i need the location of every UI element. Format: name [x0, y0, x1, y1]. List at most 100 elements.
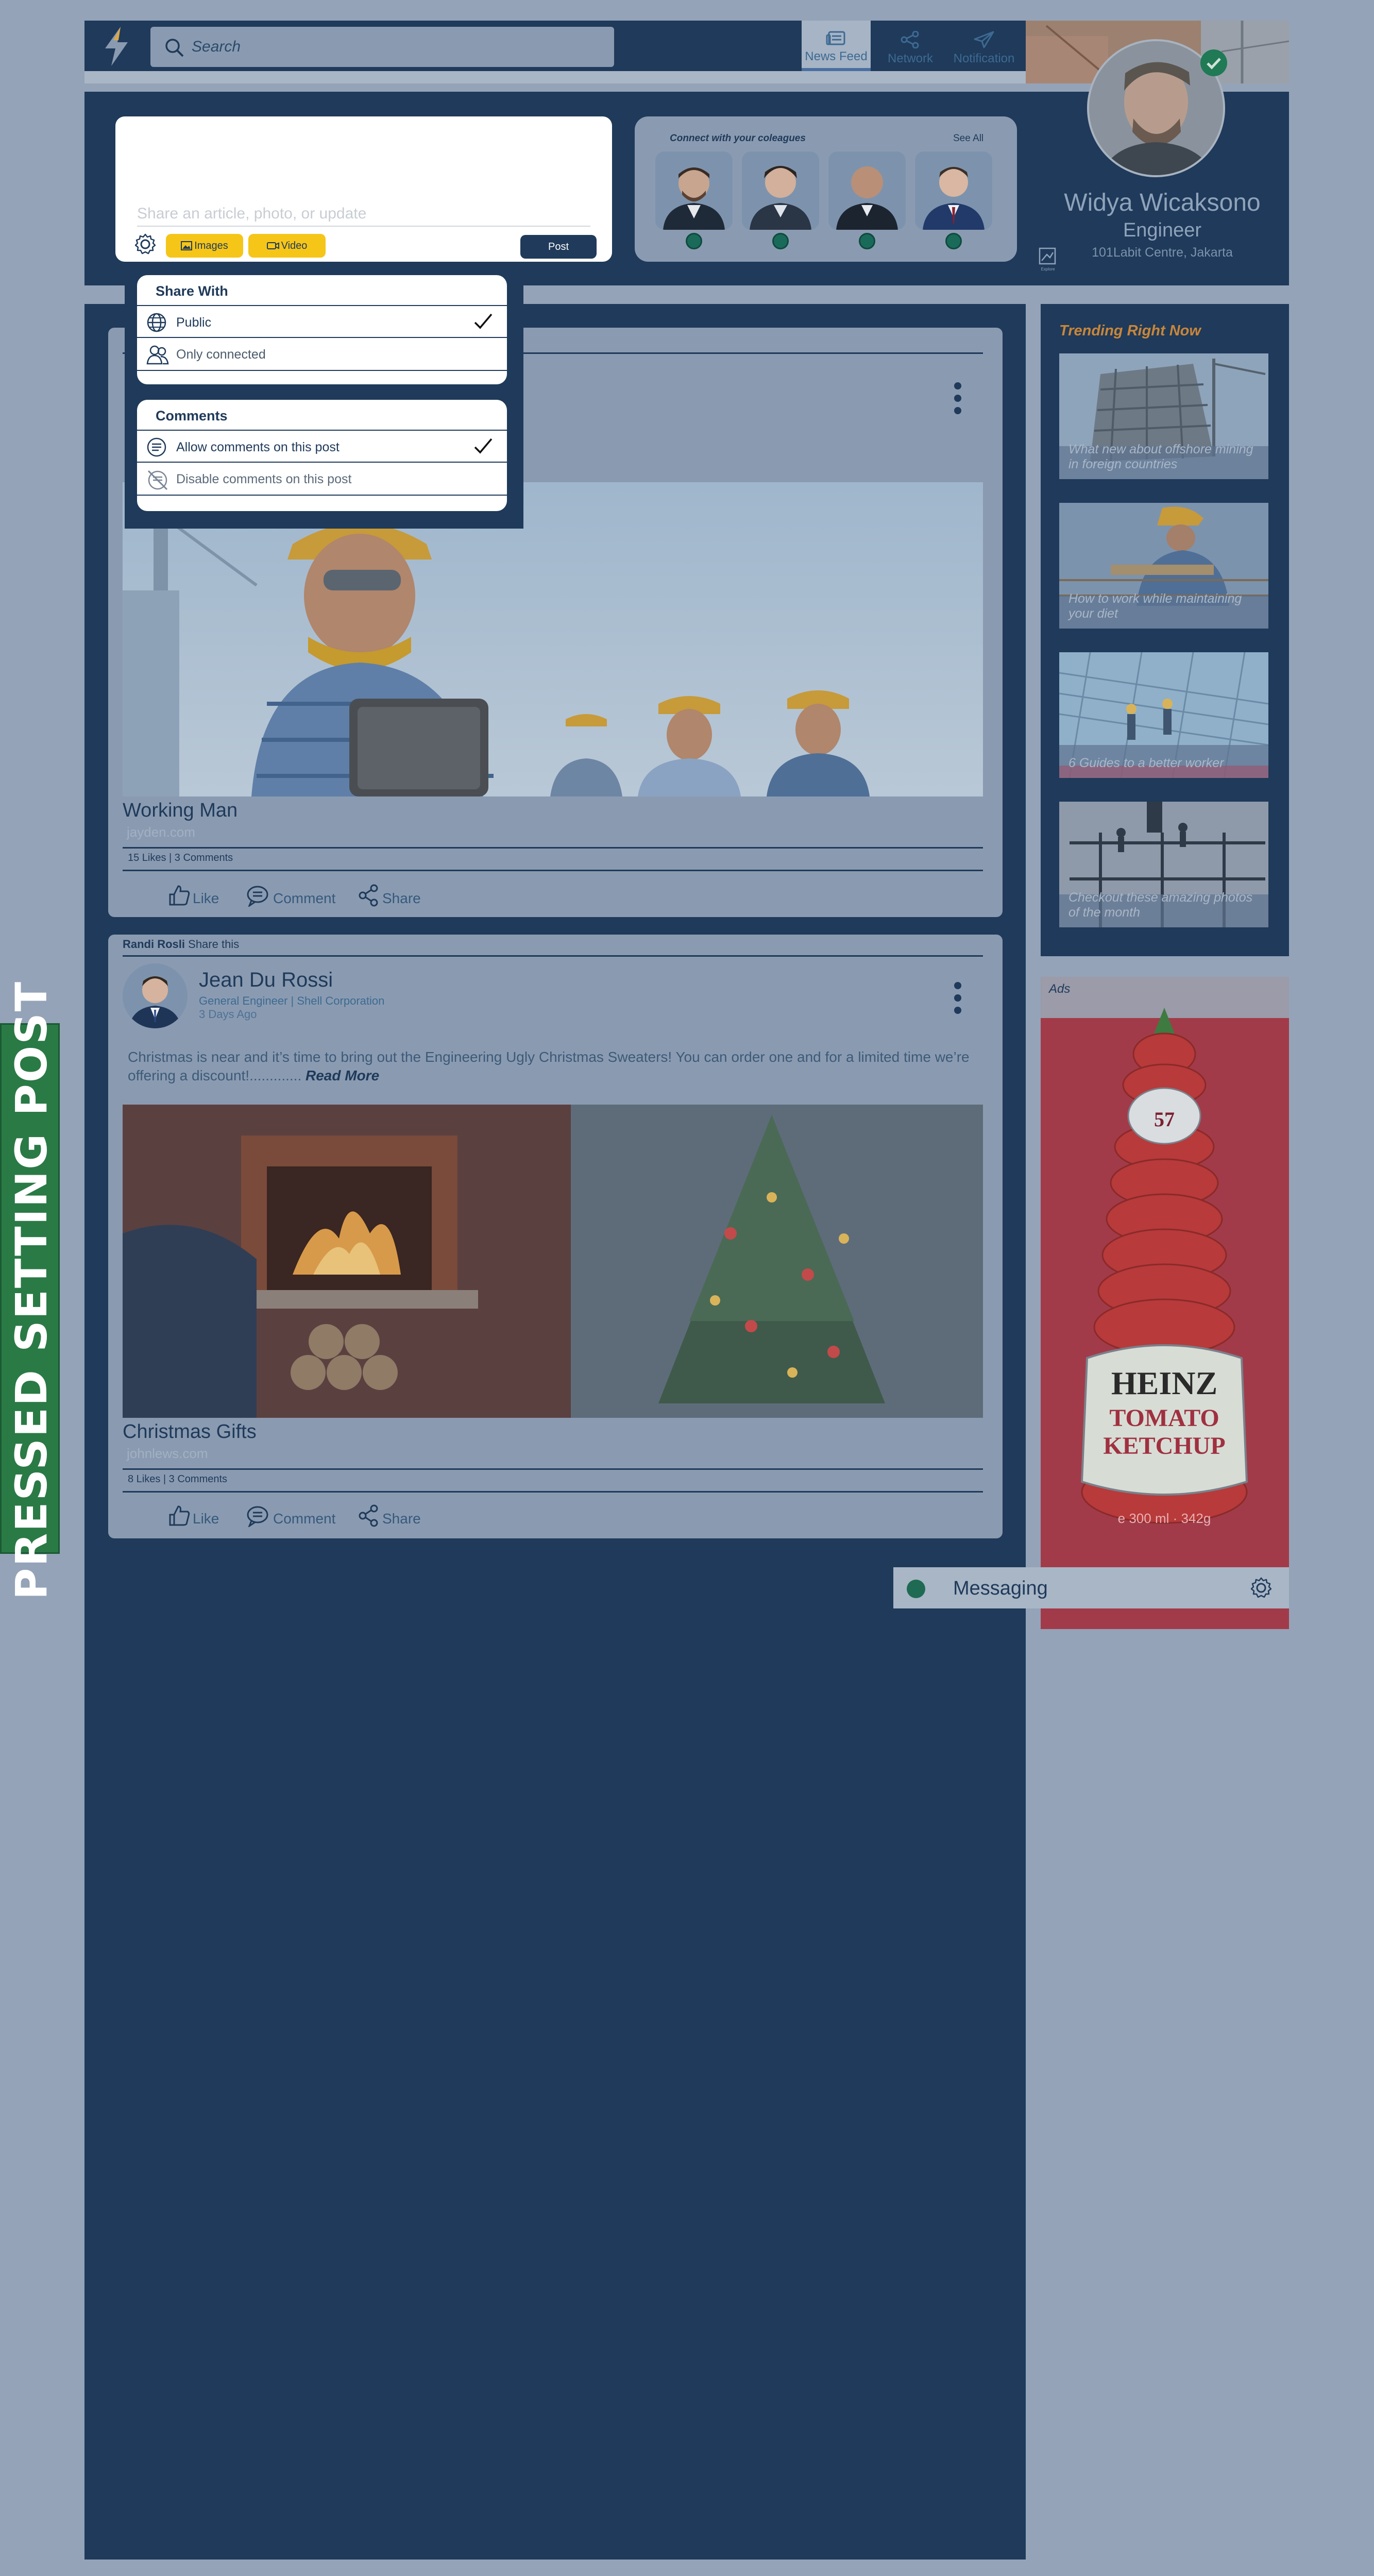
compose-underline — [137, 226, 590, 227]
connect-title: Connect with your coleagues — [670, 133, 806, 144]
screen-label-text: PRESSED SETTING POST — [6, 980, 57, 1600]
share-option-public[interactable]: Public — [137, 306, 507, 337]
profile-name[interactable]: Widya Wicaksono — [1036, 189, 1289, 217]
read-more-link[interactable]: Read More — [306, 1067, 379, 1083]
add-connection-icon[interactable] — [945, 233, 962, 249]
search-bar[interactable]: Search — [150, 27, 614, 67]
trending-caption: Checkout these amazing photos of the mon… — [1068, 890, 1253, 920]
add-video-button[interactable]: Video — [248, 234, 326, 258]
ad-bottle-number: 57 — [1154, 1108, 1175, 1131]
post-body: Christmas is near and it’s time to bring… — [128, 1049, 970, 1083]
screen-label-tag: PRESSED SETTING POST — [0, 980, 60, 1600]
colleague-avatar[interactable] — [742, 151, 819, 230]
ad-line2: KETCHUP — [1103, 1432, 1225, 1460]
messaging-label: Messaging — [953, 1578, 1048, 1599]
ad-volume: e 300 ml · 342g — [1118, 1511, 1211, 1526]
nav-label: Network — [887, 52, 934, 65]
share-with-title: Share With — [156, 283, 228, 299]
verified-badge-icon — [1200, 49, 1227, 76]
post-source[interactable]: johnlews.com — [127, 1446, 208, 1462]
checkmark-icon — [474, 438, 493, 454]
comment-icon — [247, 886, 268, 907]
nav-news-feed[interactable]: News Feed — [802, 21, 871, 71]
trending-caption: How to work while maintaining your diet — [1068, 591, 1242, 621]
post-divider — [123, 847, 983, 849]
more-options-icon[interactable] — [954, 982, 962, 1019]
add-connection-icon[interactable] — [772, 233, 789, 249]
explore-icon[interactable]: Explore — [1038, 246, 1058, 272]
trending-card[interactable]: How to work while maintaining your diet — [1059, 503, 1268, 629]
search-input[interactable]: Search — [192, 38, 241, 56]
colleague-avatar[interactable] — [915, 151, 992, 230]
share-option-only-connected[interactable]: Only connected — [137, 338, 507, 369]
profile-role: Engineer — [1123, 219, 1202, 241]
nav-notification[interactable]: Notification — [948, 21, 1020, 71]
connect-colleagues-card: Connect with your coleagues See All — [635, 116, 1017, 262]
search-icon — [165, 39, 184, 57]
comments-panel: Comments Allow comments on this post Dis… — [137, 400, 507, 511]
compose-box[interactable]: Share an article, photo, or update Image… — [115, 116, 612, 262]
nav-label: Notification — [953, 52, 1015, 65]
author-avatar[interactable] — [123, 963, 188, 1028]
trending-card[interactable]: Checkout these amazing photos of the mon… — [1059, 802, 1268, 927]
author-name[interactable]: Jean Du Rossi — [199, 969, 333, 992]
post-divider — [123, 870, 983, 871]
globe-icon — [147, 313, 166, 332]
trending-caption: What new about offshore mining in foreig… — [1068, 442, 1253, 471]
compose-input[interactable]: Share an article, photo, or update — [137, 205, 366, 223]
share-with-panel: Share With Public Only connected — [137, 275, 507, 384]
trending-card[interactable]: 6 Guides to a better worker — [1059, 652, 1268, 778]
trending-caption: 6 Guides to a better worker — [1068, 756, 1224, 770]
share-icon — [359, 1504, 378, 1527]
post-settings-popup: Share With Public Only connected Comment… — [125, 271, 523, 529]
add-connection-icon[interactable] — [686, 233, 702, 249]
comments-option-disable[interactable]: Disable comments on this post — [137, 463, 507, 494]
feed-post: Randi Rosli Share this Jean Du Rossi Gen… — [108, 935, 1003, 1538]
share-icon — [359, 884, 378, 907]
share-text: Share this — [188, 938, 240, 951]
trending-card[interactable]: What new about offshore mining in foreig… — [1059, 353, 1268, 479]
post-image[interactable] — [123, 482, 983, 796]
see-all-link[interactable]: See All — [953, 133, 983, 144]
colleague-avatar[interactable] — [655, 151, 733, 230]
comments-title: Comments — [156, 408, 228, 423]
add-connection-icon[interactable] — [859, 233, 875, 249]
video-icon — [266, 242, 279, 249]
comments-option-allow[interactable]: Allow comments on this post — [137, 431, 507, 462]
sharer-name[interactable]: Randi Rosli — [123, 938, 185, 951]
notification-icon — [974, 31, 994, 48]
post-stats[interactable]: 15 Likes | 3 Comments — [128, 852, 233, 864]
colleague-avatar[interactable] — [828, 151, 906, 230]
add-images-button[interactable]: Images — [166, 234, 243, 258]
post-title[interactable]: Working Man — [123, 800, 238, 822]
nav-label: News Feed — [805, 49, 868, 63]
comment-icon — [247, 1506, 268, 1527]
comment-off-icon — [147, 470, 168, 490]
people-icon — [146, 345, 169, 365]
app-logo-icon[interactable] — [98, 25, 135, 68]
gear-icon[interactable] — [1250, 1577, 1273, 1599]
author-title: General Engineer | Shell Corporation — [199, 994, 385, 1007]
ad-brand: HEINZ — [1111, 1365, 1217, 1401]
more-options-icon[interactable] — [954, 382, 962, 419]
post-stats[interactable]: 8 Likes | 3 Comments — [128, 1473, 227, 1485]
profile-location: 101Labit Centre, Jakarta — [1092, 245, 1233, 260]
image-icon — [181, 241, 193, 250]
post-source[interactable]: jayden.com — [127, 824, 195, 840]
post-image[interactable] — [123, 1105, 983, 1418]
news-feed-icon — [826, 31, 845, 45]
nav-network[interactable]: Network — [876, 21, 945, 71]
like-icon — [169, 885, 190, 906]
comment-icon — [147, 437, 166, 457]
post-title[interactable]: Christmas Gifts — [123, 1421, 257, 1443]
post-button[interactable]: Post — [520, 235, 597, 259]
ad-banner[interactable]: 57 HEINZ TOMATO KETCHUP e 300 ml · 342g — [1041, 977, 1289, 1629]
messaging-bar[interactable]: Messaging — [893, 1567, 1289, 1608]
trending-title: Trending Right Now — [1059, 323, 1201, 339]
explore-label: Explore — [1041, 267, 1055, 272]
gear-icon[interactable] — [134, 233, 157, 256]
network-icon — [901, 31, 919, 48]
post-divider — [123, 1491, 983, 1493]
panel-divider — [137, 370, 507, 371]
shared-by-line: Randi Rosli Share this — [123, 938, 239, 951]
